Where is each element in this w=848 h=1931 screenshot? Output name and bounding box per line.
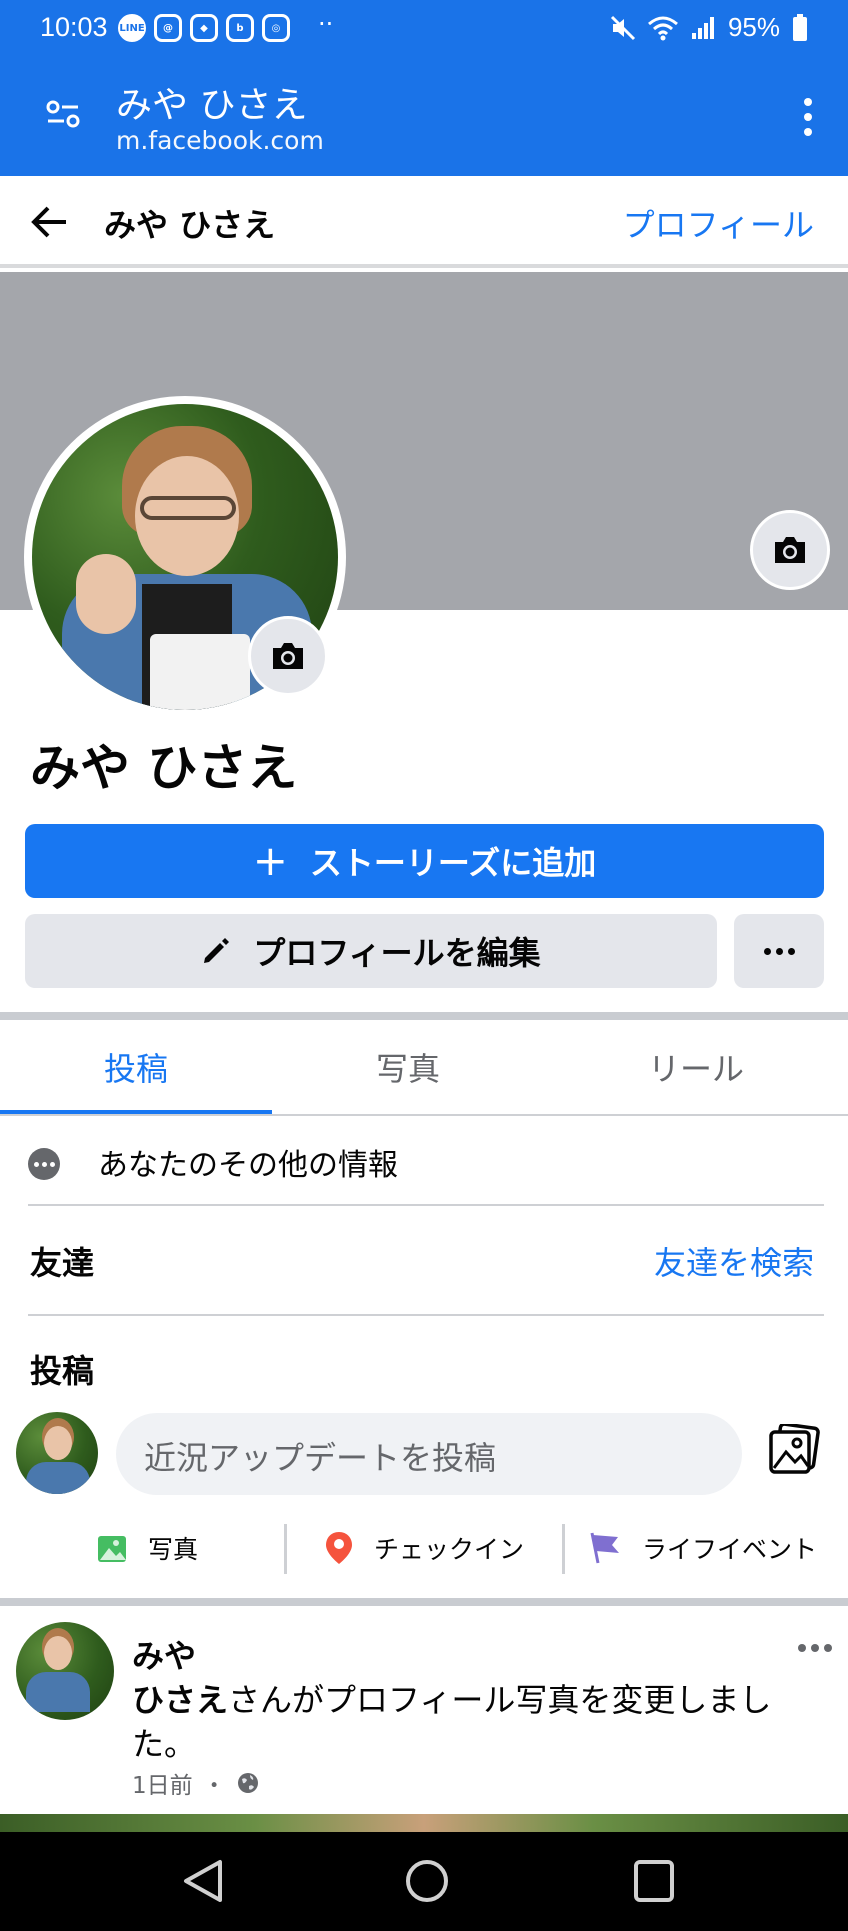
battery-level: 95%: [727, 12, 780, 42]
wifi-icon: [647, 16, 678, 40]
flag-icon: [590, 1532, 619, 1564]
profile-name: みや ひさえ: [30, 739, 298, 797]
header-profile-name: みや ひさえ: [104, 206, 276, 244]
status-update-input[interactable]: 近況アップデートを投稿: [116, 1413, 742, 1495]
status-bar: 10:03 LINE @ ◆ b ◎ ·· 95%: [0, 0, 848, 62]
edit-profile-label: プロフィールを編集: [253, 934, 541, 972]
friends-section: 友達 友達を検索: [28, 1208, 824, 1316]
browser-menu-icon[interactable]: [804, 98, 814, 136]
notification-icons: LINE @ ◆ b ◎: [118, 14, 290, 42]
tab-photos[interactable]: 写真: [376, 1044, 440, 1090]
post-author-avatar[interactable]: [16, 1622, 114, 1720]
location-pin-icon: [326, 1532, 352, 1564]
add-photo-icon[interactable]: [768, 1424, 820, 1474]
action-separator: [562, 1524, 565, 1574]
system-status-icons: 95%: [610, 12, 808, 43]
photo-action-label: 写真: [148, 1535, 199, 1564]
edit-profile-button[interactable]: プロフィールを編集: [25, 914, 717, 988]
browser-chrome: 10:03 LINE @ ◆ b ◎ ·· 95% みや ひさえ m.faceb…: [0, 0, 848, 176]
browser-page-title: みや ひさえ: [116, 85, 308, 126]
site-settings-icon[interactable]: [46, 100, 80, 128]
add-story-button[interactable]: + ストーリーズに追加: [25, 824, 824, 898]
back-arrow-icon[interactable]: [30, 202, 70, 242]
page-header: みや ひさえ プロフィール: [0, 176, 848, 268]
life-event-action[interactable]: ライフイベント: [588, 1516, 817, 1580]
status-time: 10:03: [40, 12, 108, 42]
edit-cover-camera-button[interactable]: [750, 510, 830, 590]
profile-link[interactable]: プロフィール: [623, 200, 814, 246]
app-notification-icon: ◆: [190, 14, 218, 42]
composer-quick-actions: 写真 チェックイン ライフイベント: [0, 1516, 848, 1580]
camera-icon: [775, 537, 805, 563]
composer-avatar[interactable]: [16, 1412, 98, 1494]
other-info-label: あなたのその他の情報: [98, 1148, 398, 1183]
nav-recents-icon[interactable]: [632, 1858, 676, 1904]
more-options-button[interactable]: [734, 914, 824, 988]
profile-tabs: 投稿 写真 リール: [0, 1022, 848, 1116]
mute-icon: [610, 15, 636, 40]
edit-avatar-camera-button[interactable]: [248, 616, 328, 696]
post-meta: 1日前 ・: [132, 1766, 260, 1800]
post-timestamp[interactable]: 1日前: [132, 1766, 193, 1800]
more-info-icon: [28, 1148, 60, 1180]
plus-icon: +: [252, 836, 288, 885]
globe-icon: [237, 1773, 258, 1793]
post-header: みや ひさえさんがプロフィール写真を変更しました。: [132, 1634, 772, 1766]
photo-icon: [98, 1536, 126, 1562]
bluesky-app-icon: b: [226, 14, 254, 42]
line-app-icon: LINE: [118, 14, 146, 42]
post-options-button[interactable]: [798, 1644, 832, 1652]
nav-home-icon[interactable]: [404, 1858, 450, 1904]
checkin-action-label: チェックイン: [374, 1535, 525, 1564]
battery-icon: [793, 13, 807, 41]
browser-url[interactable]: m.facebook.com: [116, 126, 324, 155]
add-story-label: ストーリーズに追加: [309, 844, 597, 882]
section-divider: [0, 1012, 848, 1020]
post-activity-text: さんがプロフィール写真を変更しました。: [132, 1681, 772, 1763]
checkin-action[interactable]: チェックイン: [324, 1516, 524, 1580]
post-author-name[interactable]: みや ひさえ: [132, 1637, 228, 1719]
active-tab-indicator: [0, 1110, 272, 1114]
section-divider: [0, 1598, 848, 1606]
pencil-icon: [204, 938, 230, 963]
threads-app-icon: @: [154, 14, 182, 42]
camera-icon: [273, 643, 303, 669]
instagram-app-icon: ◎: [262, 14, 290, 42]
photo-action[interactable]: 写真: [96, 1516, 198, 1580]
system-navigation-bar: [0, 1832, 848, 1931]
tab-reels[interactable]: リール: [648, 1044, 744, 1090]
posts-heading: 投稿: [30, 1352, 95, 1390]
friends-heading: 友達: [30, 1244, 95, 1282]
action-separator: [284, 1524, 287, 1574]
life-event-action-label: ライフイベント: [642, 1535, 818, 1564]
nav-back-icon[interactable]: [182, 1858, 226, 1904]
tab-posts[interactable]: 投稿: [104, 1044, 168, 1090]
other-info-row[interactable]: あなたのその他の情報: [28, 1130, 824, 1206]
meta-separator: ・: [202, 1773, 226, 1799]
signal-icon: [691, 16, 714, 39]
more-notifications-indicator: ··: [318, 10, 334, 38]
find-friends-link[interactable]: 友達を検索: [654, 1238, 814, 1284]
